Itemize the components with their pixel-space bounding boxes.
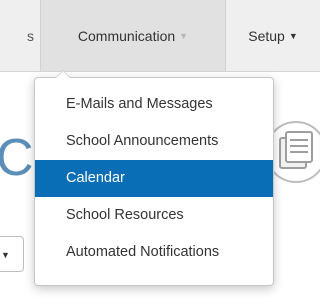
dropdown-pointer-inner bbox=[56, 71, 70, 78]
select-dropdown[interactable]: ▼ bbox=[0, 236, 24, 272]
caret-down-icon: ▼ bbox=[288, 30, 298, 41]
caret-down-icon: ▼ bbox=[1, 250, 10, 260]
menu-item-automated-notifications[interactable]: Automated Notifications bbox=[35, 234, 273, 271]
top-navbar: s Communication ▼ Setup ▼ bbox=[0, 0, 320, 72]
menu-item-school-resources[interactable]: School Resources bbox=[35, 197, 273, 234]
menu-item-emails-and-messages[interactable]: E-Mails and Messages bbox=[35, 86, 273, 123]
communication-dropdown-menu: E-Mails and Messages School Announcement… bbox=[34, 70, 274, 286]
nav-item-setup[interactable]: Setup ▼ bbox=[226, 0, 320, 71]
menu-item-calendar[interactable]: Calendar bbox=[35, 160, 273, 197]
nav-item-communication-label: Communication bbox=[77, 27, 176, 44]
nav-item-setup-label: Setup bbox=[248, 27, 285, 44]
menu-item-school-announcements[interactable]: School Announcements bbox=[35, 123, 273, 160]
caret-down-icon: ▼ bbox=[179, 30, 189, 41]
nav-item-previous[interactable]: s bbox=[0, 0, 40, 71]
nav-item-previous-label: s bbox=[27, 27, 34, 44]
nav-item-communication[interactable]: Communication ▼ bbox=[40, 0, 226, 71]
